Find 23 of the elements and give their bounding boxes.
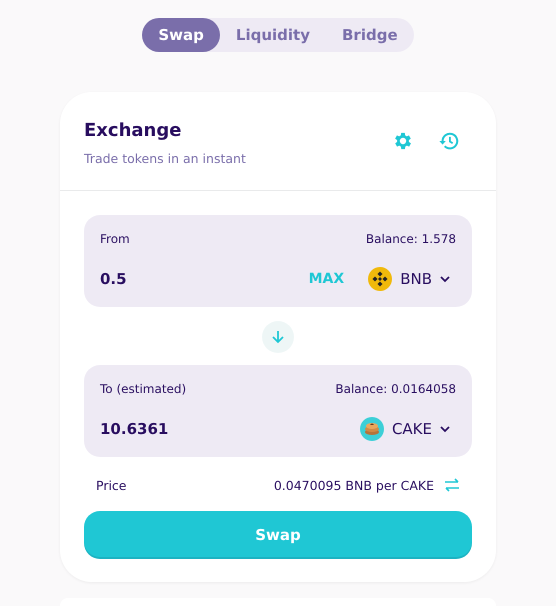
balance-text: Balance: 1.578 xyxy=(366,231,456,247)
tab[interactable]: Bridge xyxy=(326,18,414,52)
switch-direction-button[interactable] xyxy=(262,321,294,353)
coin-icon xyxy=(368,267,392,291)
amount-field[interactable]: 0.5 xyxy=(100,270,305,288)
card-subtitle: Trade tokens in an instant xyxy=(84,151,247,166)
swap-arrows-icon[interactable] xyxy=(444,478,460,492)
price-value: 0.0470095 BNB per CAKE xyxy=(274,478,434,492)
tab[interactable]: Swap xyxy=(142,18,220,52)
caret-icon xyxy=(440,276,450,282)
price-label: Price xyxy=(96,478,128,492)
history-icon[interactable] xyxy=(438,130,460,152)
token-selector[interactable]: BNB xyxy=(368,267,456,291)
card-title: Exchange xyxy=(84,120,182,141)
panel-label: To (estimated) xyxy=(100,381,186,397)
pancake-icon xyxy=(360,417,384,441)
balance-text: Balance: 0.0164058 xyxy=(335,381,456,397)
arrow-down-icon xyxy=(270,329,286,345)
caret-icon xyxy=(440,426,450,432)
panel-label: From xyxy=(100,231,130,247)
tab[interactable]: Liquidity xyxy=(220,18,326,52)
amount-field[interactable]: 10.6361 xyxy=(100,420,360,438)
token-selector[interactable]: CAKE xyxy=(360,417,456,441)
